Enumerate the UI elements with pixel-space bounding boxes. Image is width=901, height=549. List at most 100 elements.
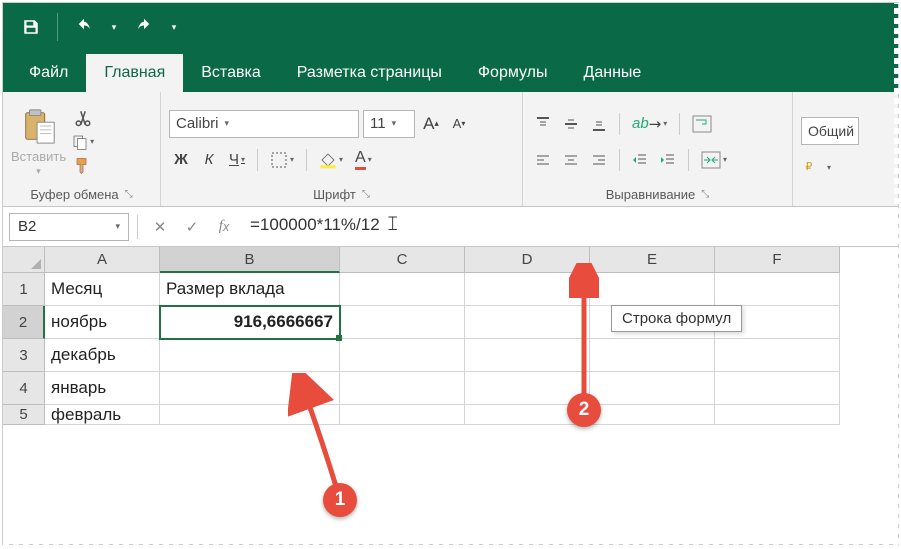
number-format-combo[interactable]: Общий (801, 117, 859, 145)
col-header-B[interactable]: B (160, 247, 340, 273)
row-header[interactable]: 3 (3, 339, 45, 372)
bucket-icon (319, 151, 337, 169)
fx-button[interactable]: fx (210, 213, 238, 241)
spreadsheet-grid[interactable]: A B C D E F 1 Месяц Размер вклада 2 нояб… (3, 247, 898, 425)
cell[interactable]: январь (45, 372, 160, 405)
col-header-E[interactable]: E (590, 247, 715, 273)
border-icon (270, 151, 288, 169)
font-name-combo[interactable]: Calibri▾ (169, 110, 359, 138)
separator (619, 113, 620, 135)
align-top-button[interactable] (531, 110, 555, 138)
wrap-text-button[interactable] (688, 110, 716, 138)
group-font: Calibri▾ 11▾ A▴ A▾ Ж К Ч▾ ▾ ▾ A▾ (161, 92, 523, 206)
undo-icon (75, 18, 93, 36)
increase-indent-button[interactable] (656, 146, 680, 174)
align-left-button[interactable] (531, 146, 555, 174)
cell[interactable] (715, 372, 840, 405)
cell[interactable] (340, 339, 465, 372)
cut-button[interactable] (72, 109, 94, 127)
align-right-icon (591, 152, 607, 168)
cell[interactable] (340, 372, 465, 405)
cell[interactable] (340, 405, 465, 425)
col-header-F[interactable]: F (715, 247, 840, 273)
redo-dropdown[interactable]: ▾ (164, 3, 184, 51)
redo-button[interactable] (124, 3, 164, 51)
tab-insert[interactable]: Вставка (183, 54, 278, 92)
decrease-indent-button[interactable] (628, 146, 652, 174)
quick-access-toolbar: ▾ ▾ (3, 3, 898, 51)
paste-dropdown[interactable]: ▾ (36, 166, 41, 177)
accounting-format-button[interactable]: ₽▾ (801, 153, 835, 181)
tab-file[interactable]: Файл (11, 54, 86, 92)
increase-font-button[interactable]: A▴ (419, 110, 443, 138)
decrease-font-button[interactable]: A▾ (447, 110, 471, 138)
enter-button[interactable]: ✓ (178, 213, 206, 241)
cell[interactable] (590, 372, 715, 405)
formula-bar: B2▾ ✕ ✓ fx =100000*11%/12𝙸 (3, 207, 898, 247)
border-button[interactable]: ▾ (266, 146, 298, 174)
group-label-number (801, 200, 880, 204)
cell-active[interactable]: 916,6666667 (160, 306, 340, 339)
cell[interactable]: Месяц (45, 273, 160, 306)
tab-formulas[interactable]: Формулы (460, 54, 566, 92)
format-painter-button[interactable] (72, 157, 94, 175)
tab-data[interactable]: Данные (566, 54, 660, 92)
row-5: 5 февраль (3, 405, 898, 425)
orientation-button[interactable]: ab↗▾ (628, 110, 671, 138)
dialog-launcher-icon[interactable]: ⤡ (362, 189, 370, 200)
row-header[interactable]: 4 (3, 372, 45, 405)
formula-input[interactable]: =100000*11%/12𝙸 (242, 213, 892, 241)
brush-icon (74, 157, 92, 175)
fill-color-button[interactable]: ▾ (315, 146, 347, 174)
select-all-corner[interactable] (3, 247, 45, 273)
cell[interactable]: декабрь (45, 339, 160, 372)
paste-label[interactable]: Вставить (11, 148, 66, 164)
ribbon: Вставить ▾ ▾ Буфер обмена⤡ Calibri▾ 11▾ (3, 92, 898, 207)
group-clipboard: Вставить ▾ ▾ Буфер обмена⤡ (3, 92, 161, 206)
cell[interactable] (590, 273, 715, 306)
align-center-icon (563, 152, 579, 168)
font-color-button[interactable]: A▾ (351, 146, 376, 174)
cell[interactable] (340, 273, 465, 306)
row-header[interactable]: 2 (3, 306, 45, 339)
svg-text:₽: ₽ (805, 161, 812, 173)
cell[interactable] (160, 339, 340, 372)
callout-2: 2 (567, 393, 601, 427)
outdent-icon (632, 152, 648, 168)
tab-page-layout[interactable]: Разметка страницы (279, 54, 460, 92)
cell[interactable]: февраль (45, 405, 160, 425)
separator (619, 149, 620, 171)
undo-dropdown[interactable]: ▾ (104, 3, 124, 51)
bold-button[interactable]: Ж (169, 146, 193, 174)
align-bottom-button[interactable] (587, 110, 611, 138)
italic-button[interactable]: К (197, 146, 221, 174)
row-header[interactable]: 5 (3, 405, 45, 425)
font-size-combo[interactable]: 11▾ (363, 110, 415, 138)
cell[interactable] (590, 339, 715, 372)
underline-button[interactable]: Ч▾ (225, 146, 249, 174)
copy-button[interactable]: ▾ (72, 133, 94, 151)
align-right-button[interactable] (587, 146, 611, 174)
col-header-C[interactable]: C (340, 247, 465, 273)
cell[interactable] (590, 405, 715, 425)
cell[interactable]: Размер вклада (160, 273, 340, 306)
cancel-button[interactable]: ✕ (146, 213, 174, 241)
cell[interactable] (715, 273, 840, 306)
cell[interactable]: ноябрь (45, 306, 160, 339)
redo-icon (135, 18, 153, 36)
dialog-launcher-icon[interactable]: ⤡ (125, 189, 133, 200)
save-button[interactable] (11, 3, 51, 51)
undo-button[interactable] (64, 3, 104, 51)
tab-home[interactable]: Главная (86, 54, 183, 92)
cell[interactable] (715, 339, 840, 372)
merge-center-button[interactable]: ▾ (697, 146, 731, 174)
align-middle-button[interactable] (559, 110, 583, 138)
name-box[interactable]: B2▾ (9, 213, 129, 241)
col-header-A[interactable]: A (45, 247, 160, 273)
align-center-button[interactable] (559, 146, 583, 174)
row-header[interactable]: 1 (3, 273, 45, 306)
dialog-launcher-icon[interactable]: ⤡ (701, 189, 709, 200)
cell[interactable] (715, 405, 840, 425)
cell[interactable] (340, 306, 465, 339)
align-left-icon (535, 152, 551, 168)
